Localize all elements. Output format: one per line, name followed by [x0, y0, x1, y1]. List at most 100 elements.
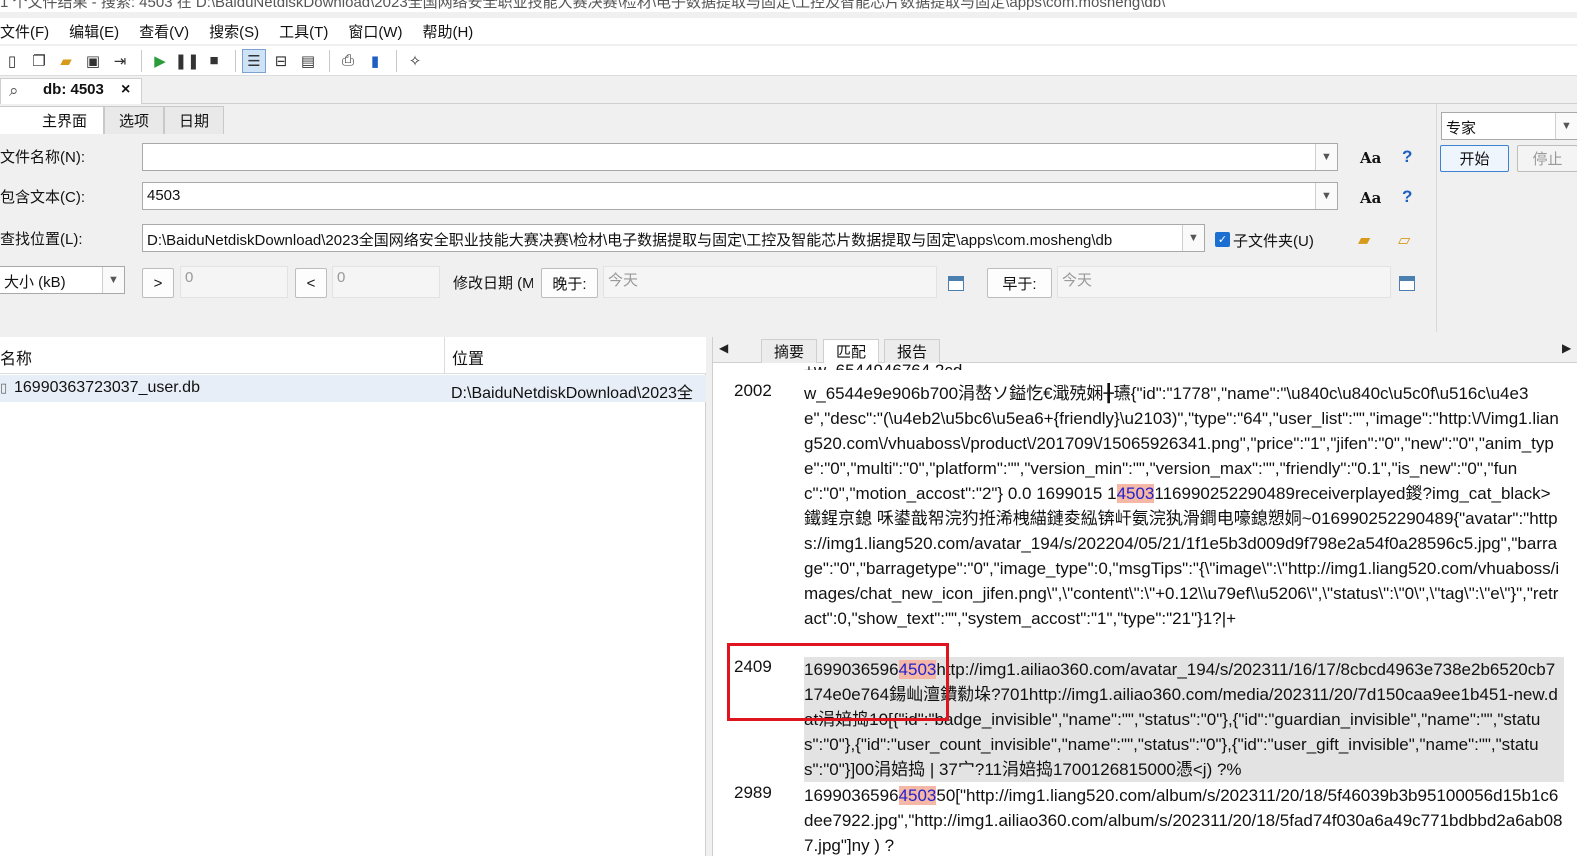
menu-edit[interactable]: 编辑(E)	[59, 21, 129, 42]
earlier-than-input[interactable]: 今天	[1057, 266, 1391, 298]
calendar-icon[interactable]	[1399, 276, 1415, 291]
toolbar-separator	[396, 49, 397, 72]
result-filename: 16990363723037_user.db	[14, 379, 200, 396]
menu-file[interactable]: 文件(F)	[0, 21, 59, 42]
size-unit-value: 大小 (kB)	[4, 274, 66, 291]
match-text-before: 1699036596	[804, 786, 899, 805]
file-icon: ▯	[0, 380, 8, 395]
results-header: 名称 位置	[0, 337, 706, 374]
search-tab-strip: ⌕ db: 4503 ×	[0, 78, 1577, 104]
search-criteria-panel: 主界面 选项 日期 文件名称(N): ▼ Aa ? 包含文本(C): 4503 …	[0, 104, 1577, 332]
copy-icon[interactable]: ❐	[27, 49, 51, 73]
match-case-icon[interactable]: Aa	[1360, 189, 1381, 207]
tab-main[interactable]: 主界面	[0, 106, 105, 134]
match-line-number: 2002	[734, 381, 772, 400]
column-name-header[interactable]: 名称	[0, 345, 32, 369]
earlier-than-button[interactable]: 早于:	[987, 268, 1052, 298]
match-text: 1699036596450350["http://img1.liang520.c…	[804, 783, 1564, 856]
table-row[interactable]: ▯ 16990363723037_user.db D:\BaiduNetdisk…	[0, 375, 706, 402]
later-than-input[interactable]: 今天	[603, 266, 937, 298]
modified-date-label: 修改日期 (M)	[453, 275, 533, 292]
contains-text-input[interactable]: 4503 ▼	[142, 182, 1338, 210]
report-view-icon[interactable]: ▤	[296, 49, 320, 73]
criteria-tabs: 主界面 选项 日期	[0, 106, 225, 134]
size-greater-button[interactable]: >	[142, 268, 174, 298]
tools-icon[interactable]: ✧	[403, 49, 427, 73]
new-file-icon[interactable]: ▯	[0, 49, 24, 73]
menu-bar: 文件(F) 编辑(E) 查看(V) 搜索(S) 工具(T) 窗口(W) 帮助(H…	[0, 18, 1577, 44]
pause-icon[interactable]: ❚❚	[174, 49, 199, 73]
size-less-button[interactable]: <	[295, 268, 327, 298]
location-label: 查找位置(L):	[0, 231, 83, 248]
menu-search[interactable]: 搜索(S)	[199, 21, 269, 42]
annotation-box	[727, 643, 949, 721]
folder-icon[interactable]: ▰	[1358, 230, 1370, 250]
partial-line: +w_6544946764 2cd	[804, 358, 1564, 370]
filename-label: 文件名称(N):	[0, 149, 85, 166]
scroll-left-icon[interactable]: ◀	[719, 341, 728, 355]
play-icon[interactable]: ▶	[148, 49, 172, 73]
subfolder-checkbox[interactable]: ✓	[1215, 232, 1230, 247]
contains-text-value: 4503	[147, 187, 181, 204]
help-icon[interactable]: ?	[1402, 187, 1412, 207]
toolbar-separator	[235, 49, 236, 72]
window-title: 1 个文件结果 - 搜索: 4503 在 D:\BaiduNetdiskDown…	[0, 0, 1166, 11]
tab-date[interactable]: 日期	[164, 106, 225, 134]
tab-options[interactable]: 选项	[104, 106, 165, 134]
chevron-down-icon[interactable]: ▼	[1555, 113, 1577, 139]
match-highlight: 4503	[1116, 484, 1155, 503]
match-case-icon[interactable]: Aa	[1360, 149, 1381, 167]
results-list: 名称 位置 ▯ 16990363723037_user.db D:\BaiduN…	[0, 337, 706, 856]
close-icon[interactable]: ×	[121, 81, 130, 99]
result-location: D:\BaiduNetdiskDownload\2023全	[451, 385, 693, 402]
chevron-down-icon[interactable]: ▼	[1182, 225, 1204, 251]
size-min-input[interactable]: 0	[180, 266, 288, 298]
right-control-column: 专家 ▼ 开始 停止	[1436, 104, 1577, 332]
print-icon[interactable]: ⎙	[336, 49, 360, 73]
column-divider[interactable]	[444, 337, 445, 374]
chevron-down-icon[interactable]: ▼	[1315, 144, 1337, 170]
chevron-down-icon[interactable]: ▼	[102, 267, 124, 293]
search-icon: ⌕	[9, 81, 19, 100]
mode-select[interactable]: 专家 ▼	[1441, 112, 1577, 140]
folder-options-icon[interactable]: ▱	[1398, 230, 1410, 250]
partial-line-text: +w_6544946764 2cd	[804, 361, 962, 370]
menu-tools[interactable]: 工具(T)	[269, 21, 338, 42]
subfolder-label: 子文件夹(U)	[1233, 233, 1314, 250]
match-highlight: 4503	[898, 786, 937, 805]
search-tab-label: db: 4503	[43, 81, 104, 98]
save-icon[interactable]: ▣	[81, 49, 105, 73]
scroll-right-icon[interactable]: ▶	[1562, 341, 1571, 355]
menu-help[interactable]: 帮助(H)	[412, 21, 483, 42]
stop-icon[interactable]: ■	[202, 49, 226, 73]
menu-window[interactable]: 窗口(W)	[338, 21, 412, 42]
location-value: D:\BaiduNetdiskDownload\2023全国网络安全职业技能大赛…	[147, 232, 1113, 249]
toolbar-separator	[329, 49, 330, 72]
preview-panel: ◀ 摘要 匹配 报告 ▶ +w_6544946764 2cd 2002 w_65…	[712, 337, 1577, 856]
window-title-bar: 1 个文件结果 - 搜索: 4503 在 D:\BaiduNetdiskDown…	[0, 0, 1577, 12]
filename-input[interactable]: ▼	[142, 143, 1338, 171]
calendar-icon[interactable]	[948, 276, 964, 291]
match-line-number: 2989	[734, 783, 772, 802]
toolbar: ▯ ❐ ▰ ▣ ⇥ ▶ ❚❚ ■ ☰ ⊟ ▤ ⎙ ▮ ✧	[0, 46, 1577, 76]
toolbar-separator	[141, 49, 142, 72]
size-unit-select[interactable]: 大小 (kB) ▼	[0, 266, 125, 294]
size-max-input[interactable]: 0	[332, 266, 440, 298]
menu-view[interactable]: 查看(V)	[129, 21, 199, 42]
start-button[interactable]: 开始	[1440, 145, 1509, 172]
location-input[interactable]: D:\BaiduNetdiskDownload\2023全国网络安全职业技能大赛…	[142, 224, 1205, 252]
match-text-after: 116990252290489receiverplayed鍐?img_cat_b…	[804, 484, 1560, 628]
export-icon[interactable]: ⇥	[108, 49, 132, 73]
search-tab[interactable]: ⌕ db: 4503 ×	[0, 78, 142, 104]
help-icon[interactable]: ?	[1402, 147, 1412, 167]
match-text: w_6544e9e906b700涓嶅ソ鎰忔€濈殑娴╂瓙{"id":"1778",…	[804, 381, 1564, 637]
chevron-down-icon[interactable]: ▼	[1315, 183, 1337, 209]
later-than-button[interactable]: 晚于:	[541, 268, 598, 298]
book-icon[interactable]: ▮	[363, 49, 387, 73]
contains-text-label: 包含文本(C):	[0, 189, 85, 206]
open-folder-icon[interactable]: ▰	[54, 49, 78, 73]
split-view-icon[interactable]: ⊟	[269, 49, 293, 73]
column-location-header[interactable]: 位置	[452, 345, 484, 369]
stop-button[interactable]: 停止	[1517, 145, 1577, 172]
details-view-icon[interactable]: ☰	[242, 48, 266, 73]
